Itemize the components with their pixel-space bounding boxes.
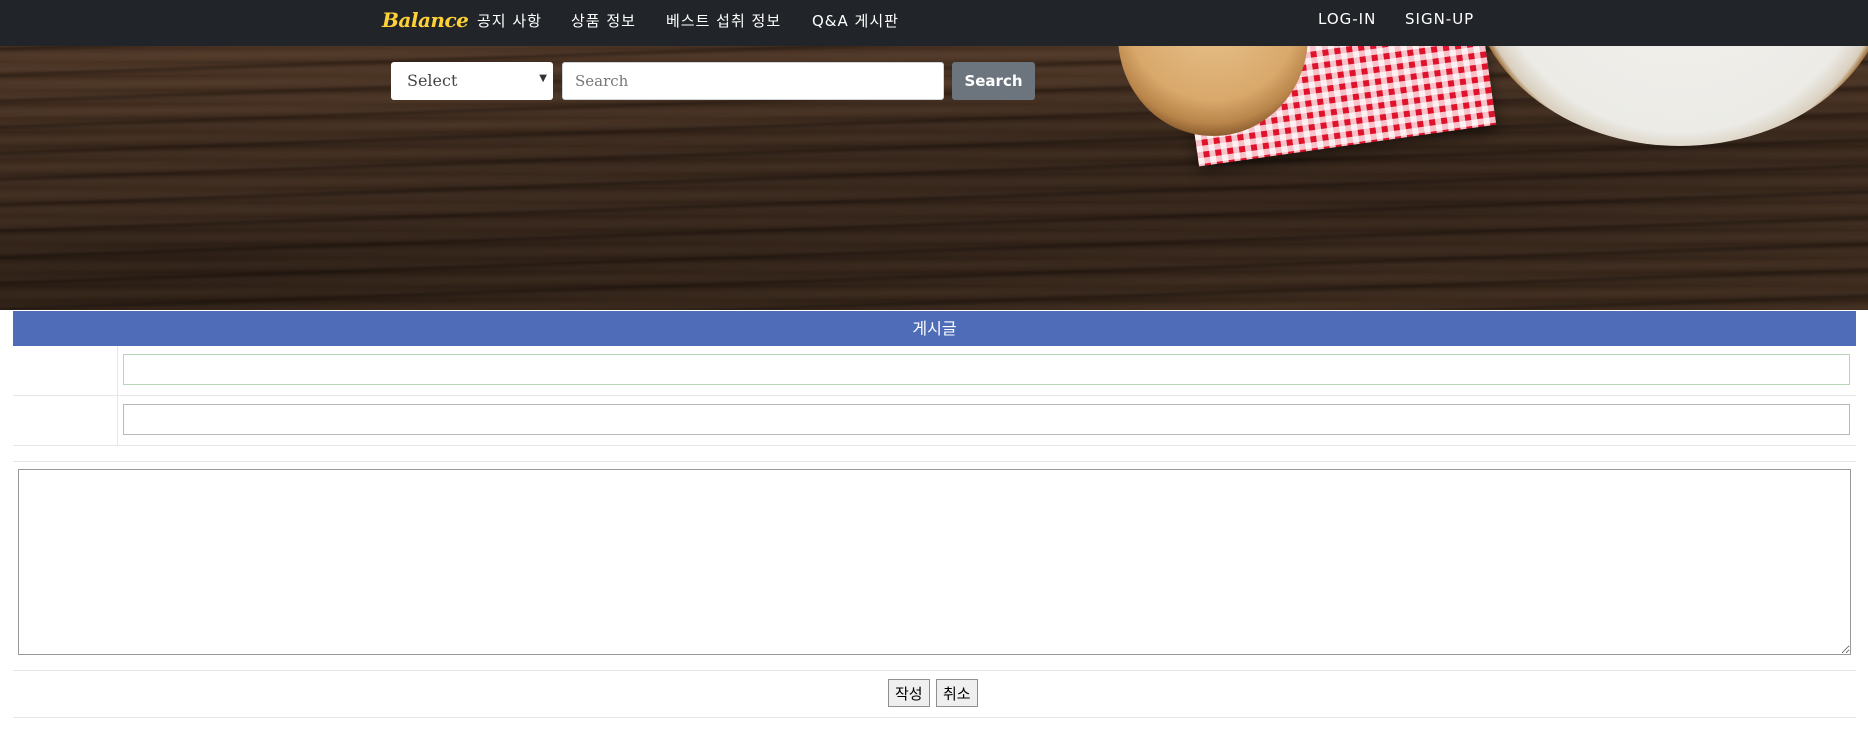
cancel-button[interactable]: 취소 (936, 679, 978, 707)
post-form: 게시글 작성 취소 (13, 311, 1856, 718)
chevron-down-icon: ▼ (539, 73, 547, 84)
form-row-writer (13, 396, 1856, 446)
form-spacer (13, 446, 1856, 462)
form-row-content (13, 462, 1856, 671)
search-category-select[interactable]: Select ▼ (391, 62, 553, 100)
top-navbar: Balance 공지 사항 상품 정보 베스트 섭취 정보 Q&A 게시판 LO… (0, 0, 1868, 46)
form-actions: 작성 취소 (13, 671, 1856, 718)
signup-link[interactable]: SIGN-UP (1405, 10, 1474, 28)
brand-logo[interactable]: Balance (382, 8, 469, 32)
search-input[interactable] (562, 62, 944, 100)
nav-link-notice[interactable]: 공지 사항 (477, 10, 542, 31)
submit-button[interactable]: 작성 (888, 679, 930, 707)
nav-link-qna-board[interactable]: Q&A 게시판 (812, 10, 899, 31)
board-header: 게시글 (13, 311, 1856, 346)
login-link[interactable]: LOG-IN (1318, 10, 1376, 28)
nav-link-products[interactable]: 상품 정보 (571, 10, 636, 31)
nav-link-best-intake[interactable]: 베스트 섭취 정보 (666, 10, 781, 31)
search-button[interactable]: Search (952, 62, 1035, 100)
title-input[interactable] (123, 354, 1850, 385)
row-label-cell (13, 346, 118, 395)
content-textarea[interactable] (18, 469, 1851, 655)
select-value: Select (407, 71, 458, 90)
form-row-title (13, 346, 1856, 396)
writer-input[interactable] (123, 404, 1850, 435)
row-label-cell (13, 396, 118, 445)
